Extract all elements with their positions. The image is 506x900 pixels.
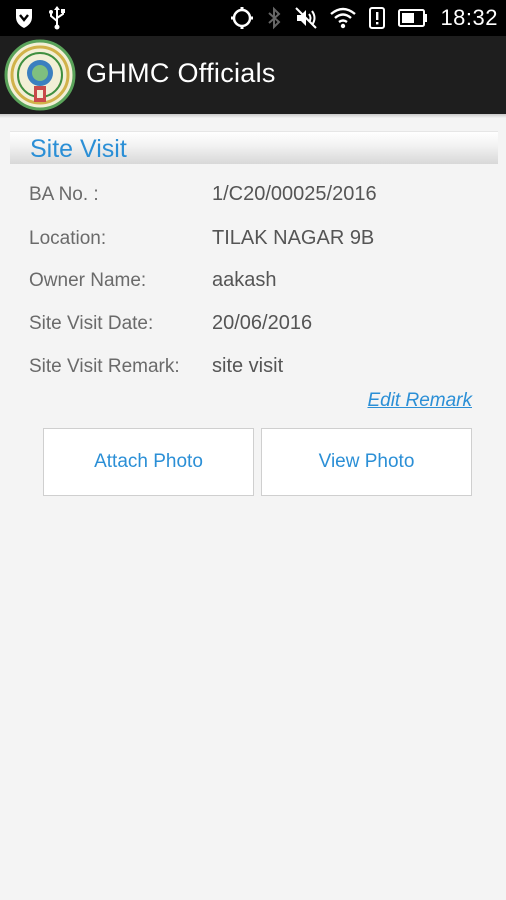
app-bar-shadow xyxy=(0,114,506,118)
mute-icon xyxy=(294,6,318,30)
wifi-icon xyxy=(330,7,357,29)
site-visit-remark-label: Site Visit Remark: xyxy=(29,356,180,377)
site-visit-remark-value: site visit xyxy=(212,355,284,377)
ba-no-value: 1/C20/00025/2016 xyxy=(212,183,377,205)
detail-row-location: Location: TILAK NAGAR 9B xyxy=(29,227,479,258)
detail-row-site-visit-remark: Site Visit Remark: site visit xyxy=(29,355,479,386)
app-title: GHMC Officials xyxy=(86,58,276,88)
location-label: Location: xyxy=(29,228,107,249)
site-visit-date-label: Site Visit Date: xyxy=(29,313,154,334)
clock: 18:32 xyxy=(440,5,498,30)
detail-row-ba-no: BA No. : 1/C20/00025/2016 xyxy=(29,183,479,214)
view-photo-button[interactable]: View Photo xyxy=(261,428,472,496)
usb-icon xyxy=(48,6,66,30)
shield-download-icon xyxy=(14,7,34,29)
ghmc-emblem-icon[interactable] xyxy=(4,39,76,111)
site-visit-date-value: 20/06/2016 xyxy=(212,312,313,334)
detail-row-owner-name: Owner Name: aakash xyxy=(29,269,479,300)
detail-row-site-visit-date: Site Visit Date: 20/06/2016 xyxy=(29,312,479,343)
bluetooth-icon xyxy=(266,6,282,30)
alert-icon xyxy=(368,6,386,30)
battery-icon xyxy=(398,9,428,27)
section-title: Site Visit xyxy=(30,135,127,163)
attach-photo-button[interactable]: Attach Photo xyxy=(43,428,254,496)
ba-no-label: BA No. : xyxy=(29,184,99,205)
sync-icon xyxy=(230,6,254,30)
edit-remark-link[interactable]: Edit Remark xyxy=(367,390,472,412)
owner-name-label: Owner Name: xyxy=(29,270,147,291)
app-bar: GHMC Officials xyxy=(0,36,506,114)
owner-name-value: aakash xyxy=(212,269,277,291)
section-header: Site Visit xyxy=(10,131,498,164)
status-bar: 18:32 xyxy=(0,0,506,36)
location-value: TILAK NAGAR 9B xyxy=(212,227,375,249)
